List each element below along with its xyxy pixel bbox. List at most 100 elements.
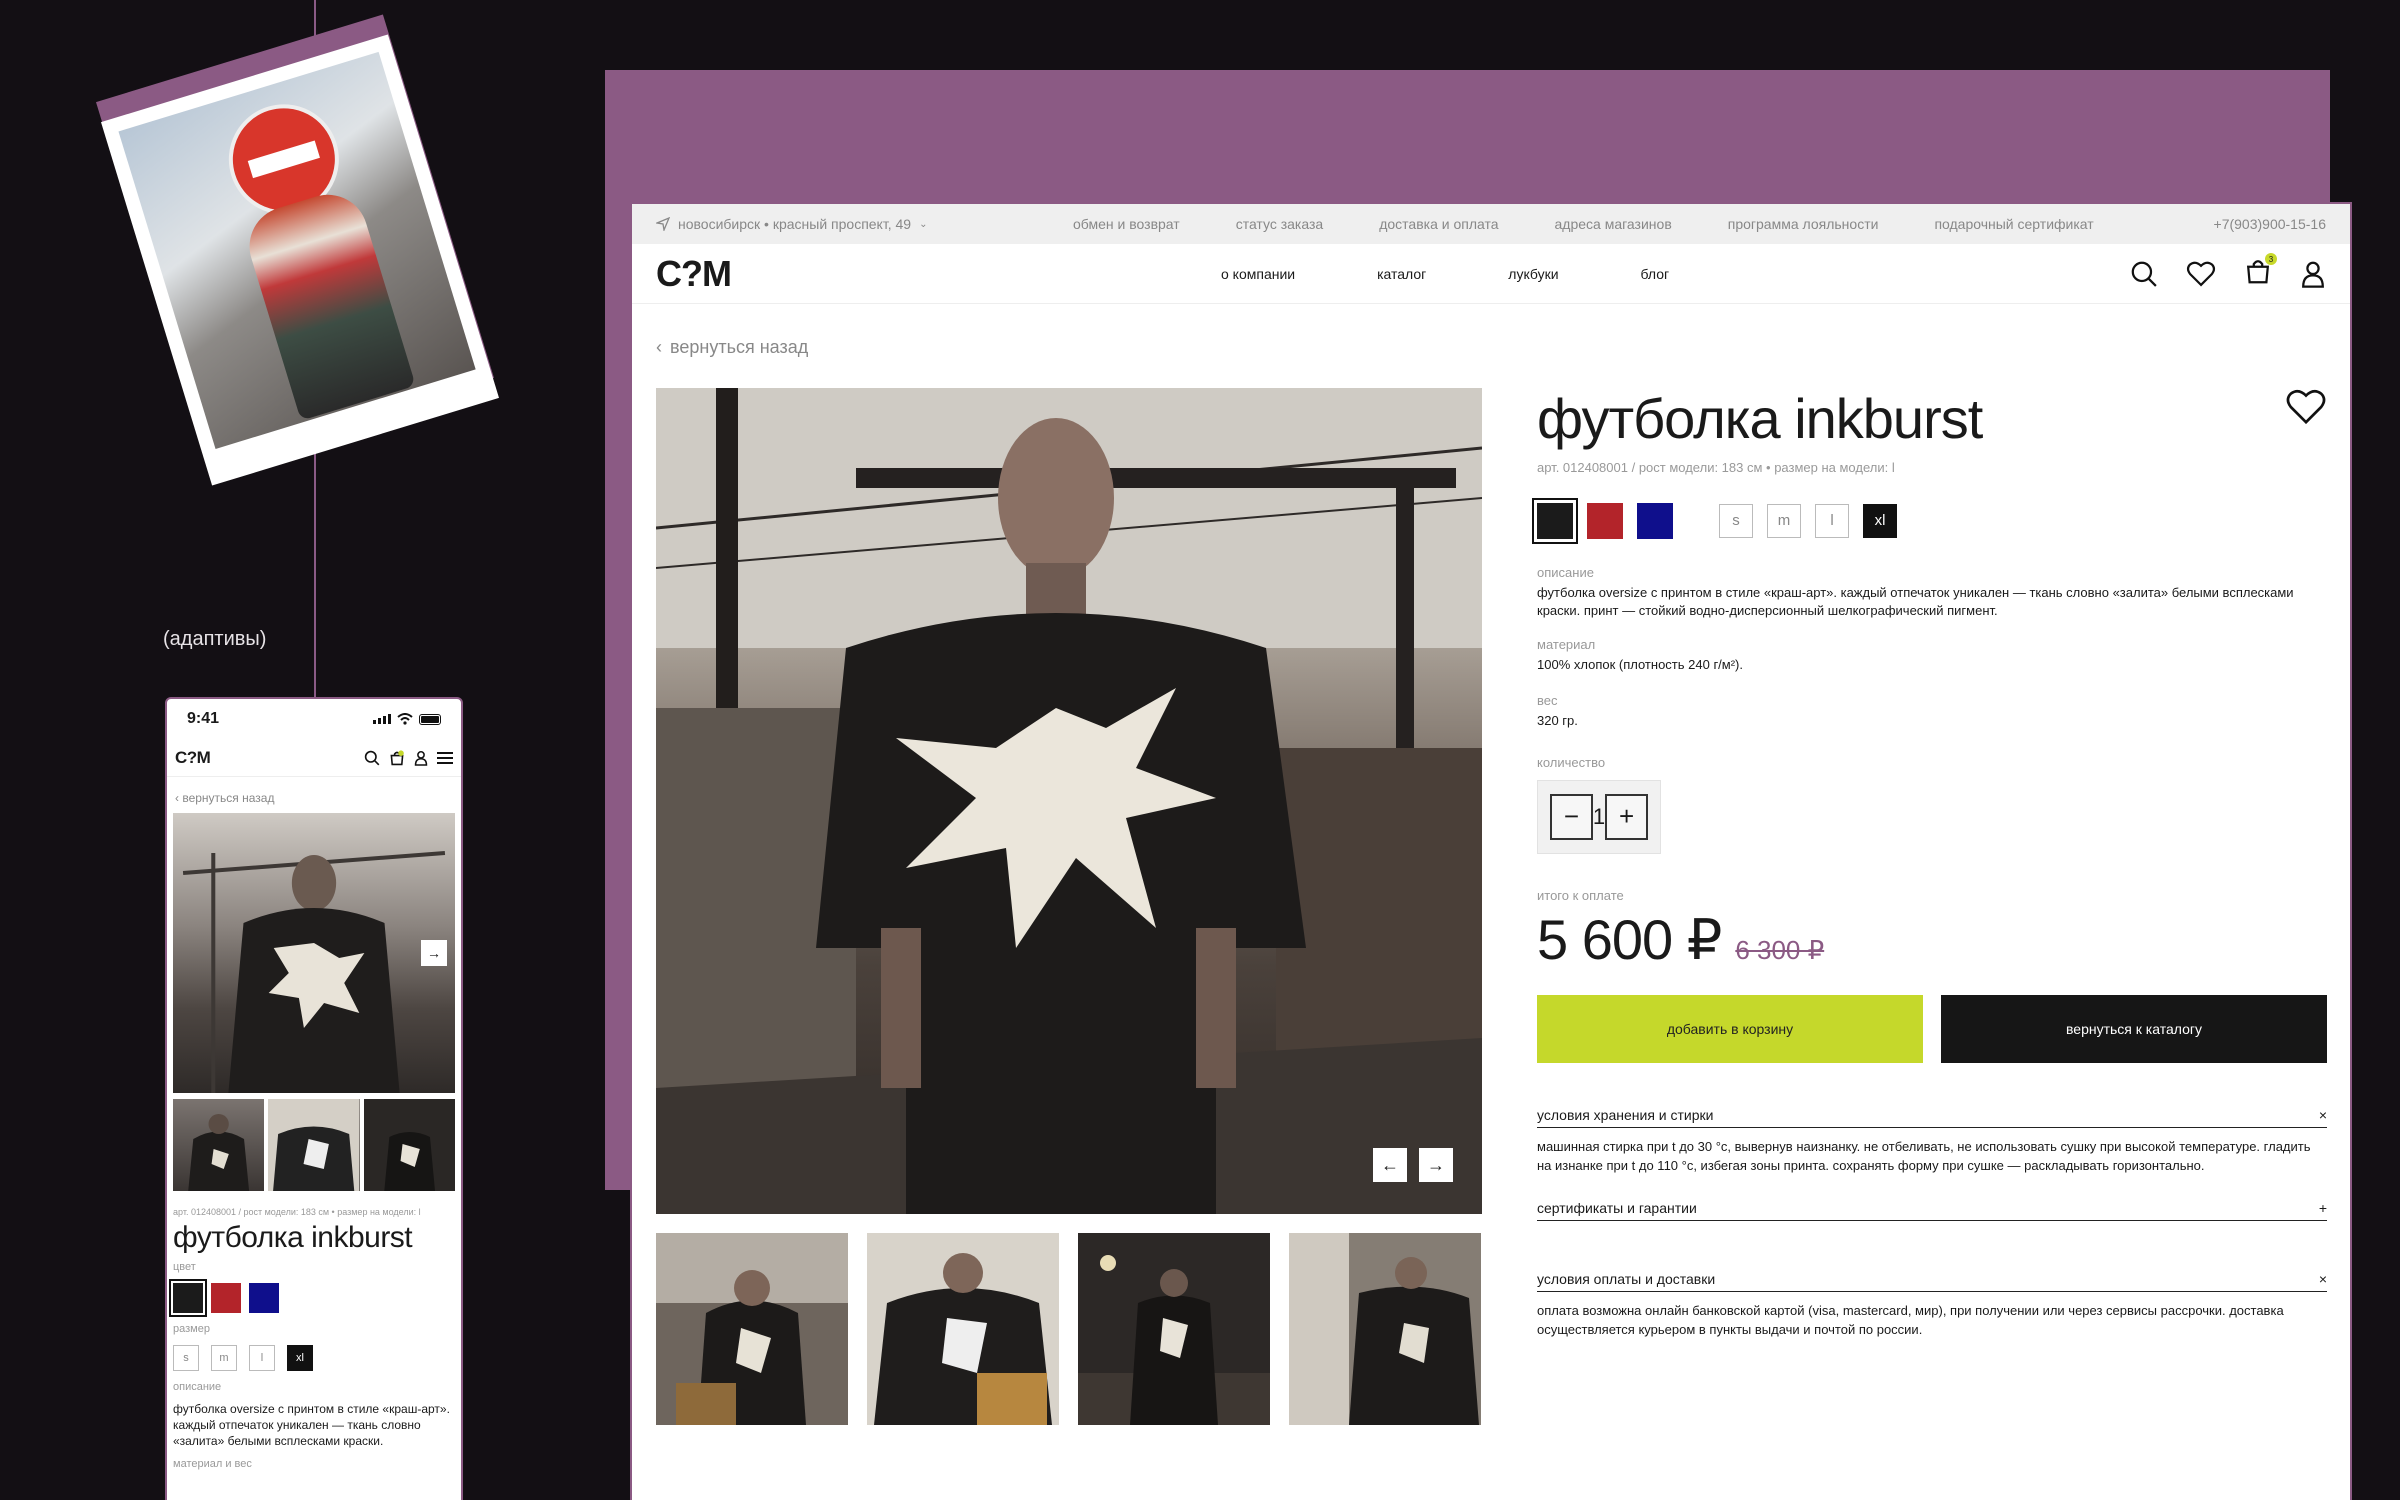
chevron-down-icon: ⌄ (919, 218, 928, 230)
nav-link-about[interactable]: о компании (1221, 266, 1295, 282)
mobile-description: футболка oversize с принтом в стиле «кра… (173, 1402, 450, 1449)
cart-count-badge: 3 (2265, 253, 2277, 265)
quantity-value[interactable]: 1 (1593, 804, 1605, 830)
search-icon[interactable] (2130, 260, 2158, 288)
size-option-m[interactable]: m (1767, 503, 1801, 538)
total-label: итого к оплате (1537, 887, 1624, 903)
section-label: (адаптивы) (163, 628, 267, 650)
product-meta: арт. 012408001 / рост модели: 183 см • р… (1537, 459, 1895, 475)
mobile-size-label: размер (173, 1323, 210, 1335)
accordion-header[interactable]: сертификаты и гарантии + (1537, 1200, 2327, 1221)
thumbnail-image[interactable] (867, 1233, 1059, 1425)
top-info-bar: новосибирск • красный проспект, 49 ⌄ обм… (632, 204, 2350, 244)
mobile-thumbnail[interactable] (268, 1099, 360, 1191)
topbar-link-loyalty[interactable]: программа лояльности (1728, 216, 1879, 232)
thumbnail-strip (656, 1233, 1481, 1425)
status-bar: 9:41 (167, 699, 461, 739)
mobile-mockup: 9:41 C?M ‹ вернуться назад → арт. 012408… (165, 697, 463, 1500)
thumbnail-image[interactable] (1078, 1233, 1270, 1425)
topbar-link-exchange[interactable]: обмен и возврат (1073, 216, 1180, 232)
close-icon[interactable]: × (2319, 1271, 2327, 1287)
desktop-mockup: новосибирск • красный проспект, 49 ⌄ обм… (630, 202, 2352, 1500)
color-swatch-red[interactable] (211, 1283, 241, 1313)
color-swatch-blue[interactable] (249, 1283, 279, 1313)
action-buttons: добавить в корзину вернуться к каталогу (1537, 994, 2327, 1063)
main-navigation: C?M о компании каталог лукбуки блог 3 (632, 244, 2350, 304)
size-option-l[interactable]: l (249, 1345, 275, 1371)
mobile-product-title: футболка inkburst (173, 1221, 413, 1254)
nav-link-lookbooks[interactable]: лукбуки (1508, 266, 1558, 282)
product-options: s m l xl (1532, 497, 2327, 544)
topbar-link-delivery[interactable]: доставка и оплата (1379, 216, 1498, 232)
close-icon[interactable]: × (2319, 1107, 2327, 1123)
weight-label: вес (1537, 693, 1558, 709)
size-option-l[interactable]: l (1815, 503, 1849, 538)
quantity-increase-button[interactable]: + (1605, 793, 1648, 840)
model-figure (239, 184, 416, 421)
product-title: футболка inkburst (1537, 387, 1983, 450)
accordion-header[interactable]: условия хранения и стирки × (1537, 1107, 2327, 1128)
location-arrow-icon (656, 217, 670, 231)
weight-text: 320 гр. (1537, 713, 1578, 729)
user-icon[interactable] (2300, 260, 2326, 288)
size-option-xl[interactable]: xl (287, 1345, 313, 1371)
phone-number[interactable]: +7(903)900-15-16 (2214, 216, 2326, 232)
quantity-label: количество (1537, 754, 1606, 770)
cart-icon[interactable] (389, 749, 405, 766)
back-to-catalog-button[interactable]: вернуться к каталогу (1941, 994, 2327, 1063)
size-option-m[interactable]: m (211, 1345, 237, 1371)
mobile-size-options: s m l xl (167, 1341, 461, 1375)
mobile-back-link[interactable]: ‹ вернуться назад (167, 777, 461, 813)
size-option-s[interactable]: s (173, 1345, 199, 1371)
topbar-link-gift-card[interactable]: подарочный сертификат (1934, 216, 2093, 232)
thumbnail-image[interactable] (1289, 1233, 1481, 1425)
mobile-logo[interactable]: C?M (175, 748, 211, 768)
mobile-product-meta: арт. 012408001 / рост модели: 183 см • р… (173, 1207, 421, 1217)
signal-icon (373, 714, 391, 724)
location-selector[interactable]: новосибирск • красный проспект, 49 ⌄ (656, 216, 927, 232)
thumbnail-image[interactable] (656, 1233, 848, 1425)
plus-icon[interactable]: + (2319, 1200, 2327, 1216)
add-to-cart-button[interactable]: добавить в корзину (1537, 994, 1923, 1063)
topbar-link-stores[interactable]: адреса магазинов (1555, 216, 1672, 232)
accordion-payment: условия оплаты и доставки × оплата возмо… (1537, 1271, 2327, 1340)
back-link[interactable]: ‹ вернуться назад (656, 337, 808, 358)
color-swatch-black[interactable] (169, 1279, 207, 1317)
color-swatch-blue[interactable] (1637, 502, 1673, 539)
gallery-prev-button[interactable]: ← (1373, 1148, 1407, 1182)
mobile-header: C?M (167, 739, 461, 777)
menu-icon[interactable] (437, 751, 453, 765)
description-label: описание (1537, 564, 1594, 580)
heart-icon[interactable] (2186, 260, 2216, 288)
status-time: 9:41 (187, 710, 220, 727)
mobile-thumbnails (173, 1099, 455, 1191)
user-icon[interactable] (414, 750, 428, 766)
mobile-thumbnail[interactable] (363, 1099, 455, 1191)
product-info-panel: футболка inkburst арт. 012408001 / рост … (1532, 387, 2327, 1340)
size-option-xl[interactable]: xl (1863, 503, 1897, 538)
favorite-heart-icon[interactable] (2285, 388, 2327, 426)
nav-link-catalog[interactable]: каталог (1377, 266, 1426, 282)
wifi-icon (397, 713, 413, 725)
size-option-s[interactable]: s (1719, 503, 1753, 538)
mobile-description-label: описание (173, 1381, 222, 1393)
nav-link-blog[interactable]: блог (1641, 266, 1670, 282)
topbar-link-order-status[interactable]: статус заказа (1236, 216, 1324, 232)
price-row: 5 600 ₽ 6 300 ₽ (1537, 907, 2327, 973)
accordion-header[interactable]: условия оплаты и доставки × (1537, 1271, 2327, 1292)
gallery-next-button[interactable]: → (1419, 1148, 1453, 1182)
description-text: футболка oversize с принтом в стиле «кра… (1537, 584, 2294, 619)
mobile-material-label: материал и вес (173, 1457, 252, 1470)
quantity-decrease-button[interactable]: − (1550, 793, 1593, 840)
old-price: 6 300 ₽ (1735, 934, 1825, 965)
search-icon[interactable] (364, 750, 380, 766)
color-swatch-black[interactable] (1532, 497, 1578, 544)
color-swatch-red[interactable] (1587, 502, 1623, 539)
mobile-thumbnail[interactable] (173, 1099, 265, 1191)
accordion-body: оплата возможна онлайн банковской картой… (1537, 1302, 2284, 1337)
product-main-image: ← → (656, 388, 1482, 1214)
material-text: 100% хлопок (плотность 240 г/м²). (1537, 657, 1744, 673)
cart-button[interactable]: 3 (2244, 253, 2277, 290)
site-logo[interactable]: C?M (656, 253, 732, 295)
mobile-next-arrow[interactable]: → (421, 940, 447, 966)
